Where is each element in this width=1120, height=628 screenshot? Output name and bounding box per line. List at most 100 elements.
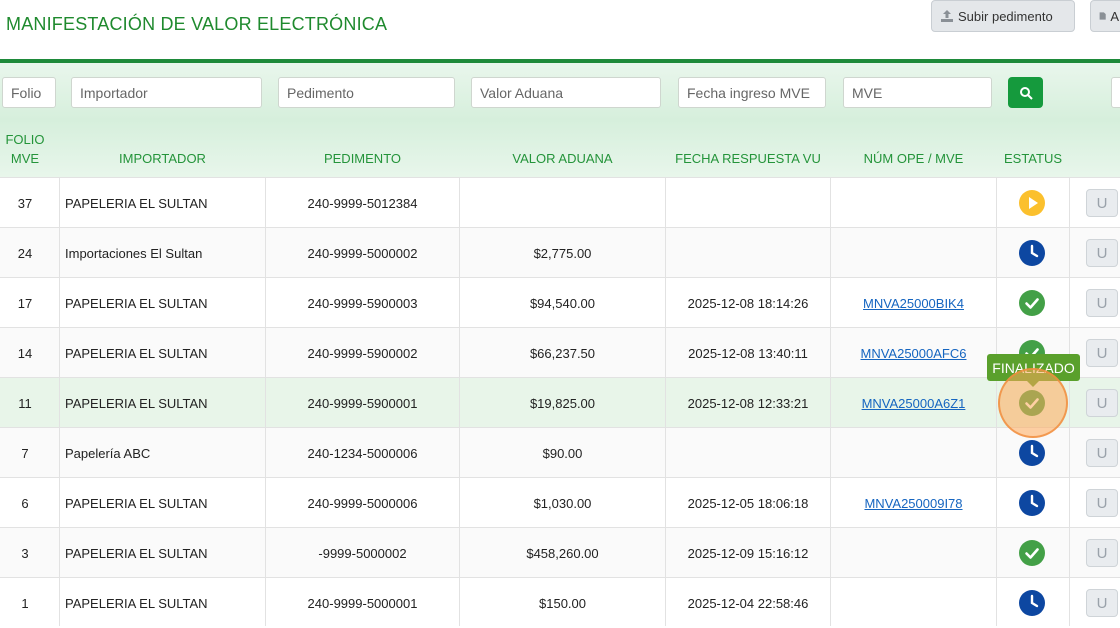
num-ope-link[interactable]: MNVA25000BIK4: [863, 296, 964, 311]
table-row[interactable]: 11 PAPELERIA EL SULTAN 240-9999-5900001 $19…: [0, 377, 1120, 427]
valor-aduana-cell: $458,260.00: [526, 545, 599, 561]
valor-aduana-cell: $90.00: [542, 445, 583, 461]
column-divider: [996, 177, 997, 626]
col-header-folio-line2: MVE: [10, 151, 40, 166]
col-header-folio-line1: FOLIO: [5, 132, 45, 147]
col-header-valor-aduana[interactable]: VALOR ADUANA: [460, 149, 665, 168]
num-ope-cell: MNVA25000AFC6: [831, 328, 996, 378]
pedimento-cell: 240-9999-5900003: [307, 295, 418, 311]
valor-aduana-cell: $1,030.00: [533, 495, 592, 511]
column-divider: [1069, 177, 1070, 626]
importador-cell: PAPELERIA EL SULTAN: [65, 195, 208, 211]
check-status-icon[interactable]: [1019, 390, 1045, 416]
row-action-button[interactable]: U: [1086, 489, 1118, 517]
fecha-respuesta-cell: 2025-12-08 12:33:21: [687, 395, 809, 411]
num-ope-link[interactable]: MNVA25000AFC6: [861, 346, 967, 361]
importador-cell: Importaciones El Sultan: [65, 245, 203, 261]
table-row[interactable]: 3 PAPELERIA EL SULTAN -9999-5000002 $458,26…: [0, 527, 1120, 577]
importador-cell: Papelería ABC: [65, 445, 151, 461]
pedimento-filter-input[interactable]: Pedimento: [278, 77, 455, 108]
pedimento-cell: 240-9999-5000006: [307, 495, 418, 511]
importador-cell: PAPELERIA EL SULTAN: [65, 595, 208, 611]
row-action-button[interactable]: U: [1086, 189, 1118, 217]
num-ope-cell: [831, 228, 996, 278]
row-action-button[interactable]: U: [1086, 289, 1118, 317]
num-ope-link[interactable]: MNVA250009I78: [864, 496, 962, 511]
valor-aduana-cell: $19,825.00: [529, 395, 596, 411]
pedimento-cell: 240-9999-5012384: [307, 195, 418, 211]
secondary-header-button[interactable]: A: [1090, 0, 1120, 32]
column-divider: [665, 177, 666, 626]
column-divider: [59, 177, 60, 626]
row-action-button[interactable]: U: [1086, 239, 1118, 267]
upload-pedimento-button[interactable]: Subir pedimento: [931, 0, 1075, 32]
check-status-icon[interactable]: [1019, 540, 1045, 566]
valor-aduana-cell: $2,775.00: [533, 245, 592, 261]
fecha-ingreso-filter-input[interactable]: Fecha ingreso MVE: [678, 77, 826, 108]
row-action-button[interactable]: U: [1086, 339, 1118, 367]
folio-cell: 24: [17, 245, 33, 261]
valor-aduana-cell: $150.00: [539, 595, 586, 611]
extra-filter-input[interactable]: [1111, 77, 1120, 108]
table-row[interactable]: 14 PAPELERIA EL SULTAN 240-9999-5900002 $66…: [0, 327, 1120, 377]
row-action-button[interactable]: U: [1086, 439, 1118, 467]
mve-filter-input[interactable]: MVE: [843, 77, 992, 108]
column-divider: [265, 177, 266, 626]
valor-aduana-cell: $66,237.50: [529, 345, 596, 361]
num-ope-cell: [831, 528, 996, 578]
document-icon: [1099, 12, 1106, 20]
table-row[interactable]: 37 PAPELERIA EL SULTAN 240-9999-5012384 U: [0, 177, 1120, 227]
row-action-button[interactable]: U: [1086, 589, 1118, 617]
folio-cell: 14: [17, 345, 33, 361]
folio-cell: 3: [21, 545, 29, 561]
valor-aduana-filter-input[interactable]: Valor Aduana: [471, 77, 661, 108]
page-header: MANIFESTACIÓN DE VALOR ELECTRÓNICA Subir…: [0, 0, 1120, 60]
col-header-importador[interactable]: IMPORTADOR: [60, 149, 265, 168]
importador-filter-input[interactable]: Importador: [71, 77, 262, 108]
col-header-fecha-respuesta[interactable]: FECHA RESPUESTA VU: [666, 149, 830, 168]
table-row[interactable]: 17 PAPELERIA EL SULTAN 240-9999-5900003 $94…: [0, 277, 1120, 327]
clock-status-icon[interactable]: [1019, 240, 1045, 266]
col-header-pedimento[interactable]: PEDIMENTO: [266, 149, 459, 168]
column-divider: [459, 177, 460, 626]
importador-cell: PAPELERIA EL SULTAN: [65, 495, 208, 511]
table-row[interactable]: 1 PAPELERIA EL SULTAN 240-9999-5000001 $150…: [0, 577, 1120, 627]
col-header-folio[interactable]: FOLIO MVE: [0, 130, 50, 168]
pedimento-cell: 240-9999-5000001: [307, 595, 418, 611]
folio-filter-input[interactable]: Folio: [2, 77, 56, 108]
fecha-respuesta-cell: 2025-12-05 18:06:18: [687, 495, 809, 511]
clock-status-icon[interactable]: [1019, 440, 1045, 466]
fecha-respuesta-cell: 2025-12-08 13:40:11: [688, 345, 808, 361]
pedimento-cell: 240-9999-5900002: [307, 345, 418, 361]
fecha-respuesta-cell: [666, 178, 830, 228]
col-header-num-ope[interactable]: NÚM OPE / MVE: [831, 149, 996, 168]
folio-cell: 11: [18, 395, 32, 411]
fecha-respuesta-cell: 2025-12-09 15:16:12: [687, 545, 809, 561]
num-ope-cell: MNVA250009I78: [831, 478, 996, 528]
col-header-estatus[interactable]: ESTATUS: [997, 149, 1069, 168]
folio-cell: 7: [21, 445, 29, 461]
table-row[interactable]: 7 Papelería ABC 240-1234-5000006 $90.00 U: [0, 427, 1120, 477]
importador-cell: PAPELERIA EL SULTAN: [65, 345, 208, 361]
num-ope-cell: [831, 428, 996, 478]
folio-cell: 37: [17, 195, 33, 211]
play-status-icon[interactable]: [1019, 190, 1045, 216]
importador-cell: PAPELERIA EL SULTAN: [65, 295, 208, 311]
clock-status-icon[interactable]: [1019, 490, 1045, 516]
fecha-respuesta-cell: 2025-12-08 18:14:26: [687, 295, 809, 311]
num-ope-link[interactable]: MNVA25000A6Z1: [862, 396, 966, 411]
folio-cell: 1: [21, 595, 29, 611]
folio-cell: 6: [21, 495, 29, 511]
row-action-button[interactable]: U: [1086, 389, 1118, 417]
clock-status-icon[interactable]: [1019, 590, 1045, 616]
num-ope-cell: [831, 578, 996, 628]
table-row[interactable]: 24 Importaciones El Sultan 240-9999-500000…: [0, 227, 1120, 277]
fecha-respuesta-cell: 2025-12-04 22:58:46: [687, 595, 809, 611]
importador-cell: PAPELERIA EL SULTAN: [65, 395, 208, 411]
pedimento-cell: 240-1234-5000006: [307, 445, 418, 461]
row-action-button[interactable]: U: [1086, 539, 1118, 567]
search-button[interactable]: [1008, 77, 1043, 108]
table-row[interactable]: 6 PAPELERIA EL SULTAN 240-9999-5000006 $1,0…: [0, 477, 1120, 527]
upload-icon: [941, 10, 953, 22]
check-status-icon[interactable]: [1019, 290, 1045, 316]
